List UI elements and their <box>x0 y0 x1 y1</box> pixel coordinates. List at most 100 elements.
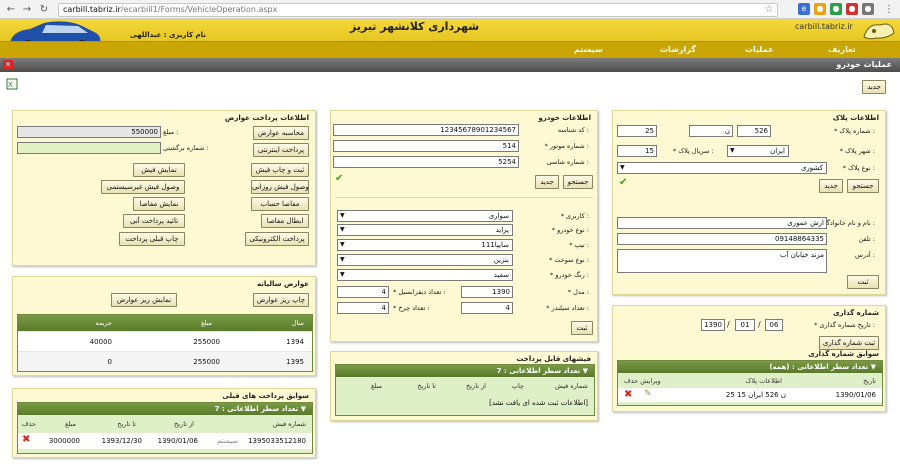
menu-item-definitions[interactable]: تعاریف <box>828 45 856 54</box>
address-bar[interactable]: carbill.tabriz.ir/ecarbill1/Forms/Vehicl… <box>58 3 778 17</box>
chassis-input[interactable]: 5254 <box>333 156 519 168</box>
table-row[interactable]: 1395033512180 سیستم 1390/01/06 1393/12/3… <box>18 433 312 449</box>
plate-save-button[interactable]: ثبت <box>847 275 879 289</box>
phone-input[interactable]: 09148864335 <box>617 233 827 245</box>
cylinder-label: * تعداد سیلندر : <box>546 304 589 312</box>
check-icon: ✔ <box>619 177 628 188</box>
receipt-number-label: شماره برگشتی : <box>163 144 209 152</box>
dropdown-arrow-icon: ▼ <box>340 256 345 263</box>
wheels-input[interactable]: 4 <box>337 302 389 314</box>
daily-receipt-button[interactable]: وصول فیش روزانی <box>251 180 309 194</box>
engine-input[interactable]: 514 <box>333 140 519 152</box>
table-cell: 1390/01/06 <box>157 437 198 445</box>
browser-menu-icon[interactable]: ⋮ <box>882 3 896 16</box>
cancel-clearance-button[interactable]: ابطال مفاصا <box>261 214 309 228</box>
table-row[interactable]: 1394 255000 40000 <box>18 332 312 351</box>
type-label: * نوع خودرو : <box>551 226 589 234</box>
close-icon[interactable]: ✕ <box>3 60 13 70</box>
plate-search-button[interactable]: جستجو <box>847 179 879 193</box>
plate-letter-input[interactable]: ن <box>689 125 733 137</box>
column-header: تا تاریخ <box>117 420 136 428</box>
plate-part-a-input[interactable]: 526 <box>737 125 771 137</box>
plate-part-c-input[interactable]: 25 <box>617 125 657 137</box>
edit-icon[interactable]: ✎ <box>644 389 652 399</box>
plate-type-label: * نوع پلاک : <box>842 164 875 172</box>
online-payment-button[interactable]: پرداخت اینترنتی <box>253 143 309 157</box>
tolls-panel-title: اطلاعات پرداخت عوارض <box>224 114 309 122</box>
delete-icon[interactable]: ✖ <box>22 434 30 445</box>
extension-icon[interactable]: ● <box>846 3 858 15</box>
extension-icon[interactable]: ● <box>814 3 826 15</box>
reload-icon[interactable]: ↻ <box>37 3 51 16</box>
print-receipt-button[interactable]: ثبت و چاپ فیش <box>251 163 309 177</box>
table-row[interactable]: 1395 255000 0 <box>18 352 312 371</box>
confirm-payment-button[interactable]: تائید پرداخت آنی <box>123 214 185 228</box>
vehicle-search-button[interactable]: جستجو <box>563 175 593 189</box>
show-details-button[interactable]: نمایش ریز عوارض <box>111 293 177 307</box>
dropdown-arrow-icon: ▼ <box>620 164 625 171</box>
table-cell: 0 <box>107 358 112 366</box>
dropdown-arrow-icon: ▼ <box>340 226 345 233</box>
back-icon[interactable]: ← <box>4 3 18 16</box>
address-label: آدرس : <box>854 251 875 259</box>
receipts-panel-title: فیشهای قابل پرداخت <box>516 355 591 363</box>
save-numbering-button[interactable]: ثبت شماره گذاری <box>819 336 879 350</box>
forward-icon[interactable]: → <box>20 3 34 16</box>
owner-name-input[interactable]: ارش عموری <box>617 217 827 229</box>
clearance-button[interactable]: مفاصا حساب <box>251 197 309 211</box>
address-input[interactable]: مرند خیابان آب <box>617 249 827 273</box>
calculate-tolls-button[interactable]: محاسبه عوارض <box>253 126 309 140</box>
system-select[interactable]: ▼ 111سایپا <box>337 239 513 251</box>
delete-icon[interactable]: ✖ <box>624 389 632 400</box>
column-header: مبلغ <box>200 319 212 327</box>
grid-count: (همه) <box>769 363 790 371</box>
non-system-receipt-button[interactable]: وصول فیش غیرسیستمی <box>101 180 185 194</box>
dropdown-arrow-icon: ▼ <box>730 147 735 154</box>
type-select[interactable]: ▼ پراید <box>337 224 513 236</box>
annual-tolls-grid: سال مبلغ جریمه 1394 255000 40000 1395 25… <box>17 314 313 372</box>
cylinder-input[interactable]: 4 <box>461 302 513 314</box>
menu-item-operations[interactable]: عملیات <box>745 45 773 54</box>
extension-icon[interactable]: ● <box>862 3 874 15</box>
menu-item-reports[interactable]: گزارشات <box>660 45 696 54</box>
new-record-button[interactable]: جدید <box>862 80 886 94</box>
extension-icon[interactable]: e <box>798 3 810 15</box>
print-details-button[interactable]: چاپ ریز عوارض <box>253 293 309 307</box>
numbering-panel: شماره گذاری * تاریخ شماره گذاری : 06 / 0… <box>612 305 886 412</box>
day-input[interactable]: 06 <box>765 319 783 331</box>
electronic-payment-button[interactable]: پرداخت الکترونیکی <box>245 232 309 246</box>
year-input[interactable]: 1390 <box>701 319 725 331</box>
extension-icon[interactable]: ● <box>830 3 842 15</box>
show-receipt-button[interactable]: نمایش فیش <box>133 163 185 177</box>
vin-input[interactable]: 12345678901234567 <box>333 124 519 136</box>
excel-icon[interactable]: X <box>6 78 18 90</box>
fuel-select[interactable]: ▼ بنزین <box>337 254 513 266</box>
annual-tolls-panel: عوارض سالیانه چاپ ریز عوارض نمایش ریز عو… <box>12 276 316 376</box>
receipt-number-input[interactable] <box>17 142 161 154</box>
column-header: تا تاریخ <box>417 382 436 390</box>
bookmark-star-icon[interactable]: ☆ <box>762 3 776 16</box>
plate-city-select[interactable]: ▼ ایران <box>727 145 789 157</box>
usage-select[interactable]: ▼ سواری <box>337 210 513 222</box>
vehicle-save-button[interactable]: ثبت <box>571 321 593 335</box>
show-clearance-button[interactable]: نمایش مفاصا <box>133 197 185 211</box>
month-input[interactable]: 01 <box>735 319 755 331</box>
numbering-history-title: سوابق شماره گذاری <box>808 350 879 358</box>
amount-input[interactable]: 550000 <box>17 126 161 138</box>
vehicle-panel: اطلاعات خودرو کد شناسه : 123456789012345… <box>330 110 598 342</box>
table-row[interactable]: 1390/01/06 25 ن 526 ایران 15 ✎ ✖ <box>618 388 882 402</box>
plate-new-button[interactable]: جدید <box>819 179 843 193</box>
usage-label: * کاربری : <box>560 212 589 220</box>
print-previous-button[interactable]: چاپ قبلی پرداخت <box>119 232 185 246</box>
table-cell: 255000 <box>193 338 220 346</box>
menu-item-system[interactable]: سیستم <box>574 45 603 54</box>
color-select[interactable]: ▼ سفید <box>337 269 513 281</box>
dropdown-arrow-icon: ▼ <box>340 212 345 219</box>
differential-input[interactable]: 4 <box>337 286 389 298</box>
table-cell: سیستم <box>217 437 238 445</box>
plate-type-select[interactable]: ▼ کشوری <box>617 162 827 174</box>
vehicle-new-button[interactable]: جدید <box>535 175 559 189</box>
plate-serial-input[interactable]: 15 <box>617 145 657 157</box>
grid-count-label: تعداد سطر اطلاعاتی : <box>503 367 581 375</box>
model-input[interactable]: 1390 <box>461 286 513 298</box>
